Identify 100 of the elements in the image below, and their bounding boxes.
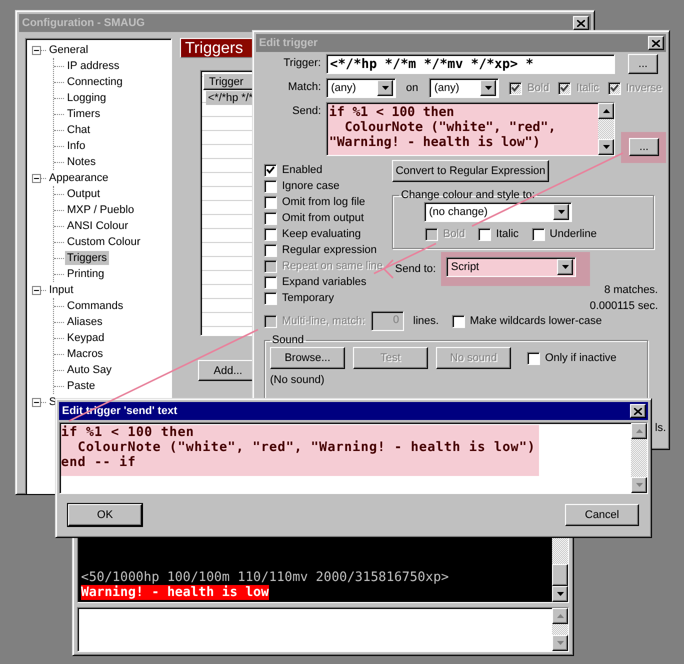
tree-item[interactable]: IP address	[65, 59, 122, 73]
close-button[interactable]	[573, 16, 589, 30]
down-arrow-icon	[556, 641, 564, 645]
down-arrow-icon	[556, 592, 564, 596]
checkbox-label: Regular expression	[282, 244, 377, 256]
ok-button[interactable]: OK	[68, 504, 142, 526]
checkbox-label: Enabled	[282, 164, 322, 176]
checkbox[interactable]	[527, 352, 540, 364]
field-label: Send:	[291, 104, 321, 117]
tree-item[interactable]: Paste	[65, 379, 98, 393]
trigger-field[interactable]: <*/*hp */*m */*mv */*xp> *	[326, 54, 615, 74]
scrollbar[interactable]	[552, 608, 568, 651]
send-to-dropdown[interactable]: Script	[446, 257, 576, 277]
field-label: Send to:	[395, 263, 437, 275]
tree-item[interactable]: General	[47, 43, 90, 57]
checkbox[interactable]	[264, 164, 277, 176]
dropdown-arrow-icon	[562, 265, 568, 269]
up-arrow-icon	[602, 109, 610, 113]
close-icon	[577, 20, 585, 26]
scrollbar[interactable]	[631, 423, 647, 493]
send-field[interactable]: if %1 < 100 then ColourNote ("white", "red", "Warning! - health is low")	[326, 102, 615, 156]
tree-item[interactable]: Logging	[65, 91, 108, 105]
tree-item[interactable]: Notes	[65, 155, 98, 169]
window-title: Configuration - SMAUG	[22, 17, 146, 29]
checkbox-label: Omit from log file	[282, 196, 366, 208]
checkbox-label: Keep evaluating	[282, 228, 361, 240]
tree-item[interactable]: Triggers	[65, 251, 109, 265]
check-icon	[511, 84, 520, 92]
tree-item[interactable]: Custom Colour	[65, 235, 142, 249]
tree-item[interactable]: Macros	[65, 347, 106, 361]
checkbox[interactable]	[452, 314, 465, 328]
tree-item[interactable]: Connecting	[65, 75, 125, 89]
checkbox-label: Only if inactive	[545, 352, 617, 364]
checkbox-label: Inverse	[626, 82, 662, 94]
checkbox-label: Italic	[576, 82, 599, 94]
command-input[interactable]	[77, 607, 569, 652]
check-icon	[560, 84, 570, 92]
checkbox-label: Italic	[496, 228, 519, 240]
down-arrow-icon	[602, 145, 610, 149]
close-button[interactable]	[648, 36, 664, 50]
close-button[interactable]	[630, 404, 646, 418]
checkbox-label: Bold	[527, 82, 550, 94]
checkbox[interactable]	[264, 276, 277, 288]
field-label: Trigger:	[282, 56, 321, 69]
checkbox-label: Underline	[550, 228, 597, 240]
up-arrow-icon	[556, 614, 564, 618]
checkbox-label: Multi-line, match:	[282, 315, 366, 327]
match-dropdown[interactable]: (any)	[326, 78, 396, 98]
checkbox[interactable]	[264, 228, 277, 240]
close-icon	[652, 40, 660, 46]
tree-item[interactable]: Timers	[65, 107, 102, 121]
send-text-field[interactable]: if %1 < 100 then ColourNote ("white", "red", "Warning! - health is low") end -- if	[59, 422, 648, 494]
tree-item[interactable]: Aliases	[65, 315, 104, 329]
tree-item[interactable]: Input	[47, 283, 76, 297]
field-label: lines.	[413, 315, 439, 327]
edit-button[interactable]: ...	[628, 54, 658, 74]
tree-item[interactable]: Chat	[65, 123, 92, 137]
scrollbar[interactable]	[598, 103, 614, 155]
match-count: 8 matches.	[603, 283, 658, 298]
checkbox-label: Ignore case	[282, 180, 340, 192]
tree-item[interactable]: Info	[65, 139, 88, 153]
label-text: ls.	[655, 422, 666, 434]
check-icon	[266, 166, 275, 174]
checkbox-label: Bold	[443, 228, 466, 240]
checkbox[interactable]	[264, 244, 277, 256]
checkbox-label: Expand variables	[282, 276, 366, 288]
field-label: Match:	[286, 80, 321, 93]
checkbox[interactable]	[532, 228, 545, 240]
tree-item[interactable]: Commands	[65, 299, 126, 313]
tree-item[interactable]: Output	[65, 187, 102, 201]
down-arrow-icon	[636, 483, 642, 487]
up-arrow-icon	[636, 429, 642, 433]
checkbox[interactable]	[264, 180, 277, 192]
tree-item[interactable]: Printing	[65, 267, 106, 281]
match-dropdown[interactable]: (any)	[429, 78, 500, 98]
checkbox[interactable]	[264, 292, 277, 304]
checkbox-label: Make wildcards lower-case	[470, 315, 602, 327]
tree-item[interactable]: Appearance	[47, 171, 110, 185]
tree-item[interactable]: MXP / Pueblo	[65, 203, 136, 217]
checkbox-label: Omit from output	[282, 212, 364, 224]
checkbox[interactable]	[264, 196, 277, 208]
field-label: on	[406, 82, 418, 94]
tree-item[interactable]: Keypad	[65, 331, 106, 345]
browse-button[interactable]: Browse...	[270, 347, 345, 369]
output-line: <50/1000hp 100/100m 110/110mv 2000/315816750xp>	[81, 570, 449, 585]
table-cell[interactable]: <*/*hp */*	[206, 91, 255, 105]
cancel-button[interactable]: Cancel	[565, 504, 639, 526]
checkbox[interactable]	[478, 228, 492, 240]
checkbox-label: Temporary	[282, 292, 334, 304]
tree-item[interactable]: Auto Say	[65, 363, 114, 377]
checkbox-label: Repeat on same line	[282, 260, 383, 272]
tree-item[interactable]: ANSI Colour	[65, 219, 130, 233]
dropdown-arrow-icon	[382, 86, 388, 90]
convert-button[interactable]: Convert to Regular Expression	[392, 160, 549, 182]
dropdown-arrow-icon	[484, 86, 492, 90]
checkbox[interactable]	[264, 212, 277, 224]
edit-button[interactable]: ...	[629, 138, 659, 156]
window-title: Edit trigger	[259, 37, 319, 49]
colour-dropdown[interactable]: (no change)	[424, 202, 572, 222]
group-title: Change colour and style to:	[400, 189, 536, 201]
